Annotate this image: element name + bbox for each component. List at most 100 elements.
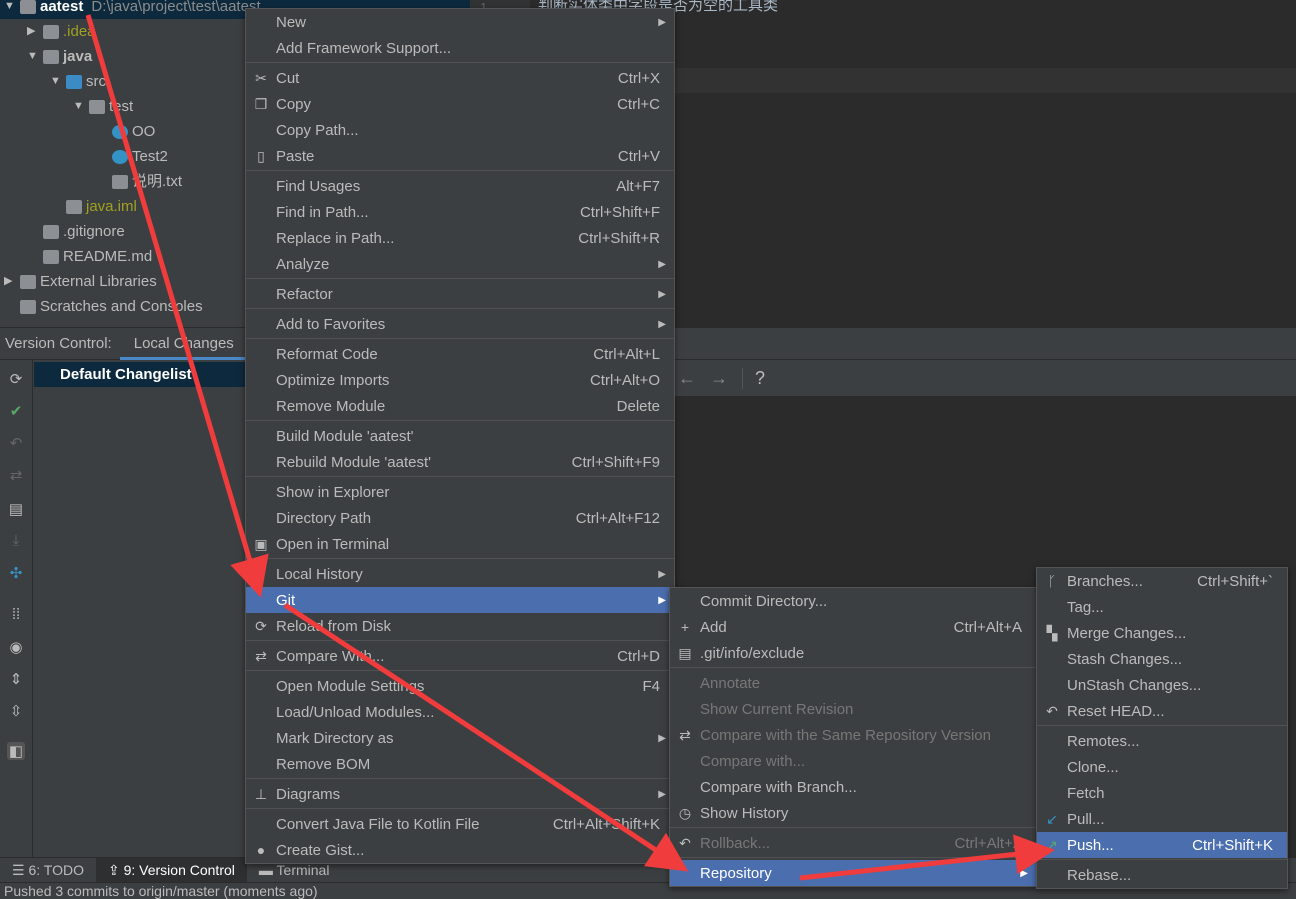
menu-item-copy[interactable]: ❐ Copy Ctrl+C xyxy=(246,91,674,117)
eye-icon[interactable]: ◉ xyxy=(7,638,25,656)
expanded-arrow-icon[interactable]: ▼ xyxy=(4,0,16,19)
tree-item[interactable]: Test2 xyxy=(96,144,168,169)
tree-item[interactable]: ▶ .idea xyxy=(27,19,96,44)
tree-item[interactable]: 说明.txt xyxy=(96,169,182,194)
menu-item-label: Cut xyxy=(276,69,300,87)
rollback-icon[interactable]: ↶ xyxy=(7,434,25,452)
changelist-icon[interactable]: ▤ xyxy=(7,500,25,518)
list-icon: ☰ xyxy=(12,861,29,878)
menu-item-mark-directory-as[interactable]: Mark Directory as ▶ xyxy=(246,725,674,751)
tab-version-control[interactable]: ⇪ 9: Version Control xyxy=(95,857,247,883)
menu-item-fetch[interactable]: Fetch xyxy=(1037,780,1287,806)
menu-item-analyze[interactable]: Analyze ▶ xyxy=(246,251,674,277)
menu-item-new[interactable]: New ▶ xyxy=(246,9,674,35)
menu-item-diagrams[interactable]: ⊥ Diagrams ▶ xyxy=(246,781,674,807)
menu-item-rebuild-module-aatest[interactable]: Rebuild Module 'aatest' Ctrl+Shift+F9 xyxy=(246,449,674,475)
menu-item-refactor[interactable]: Refactor ▶ xyxy=(246,281,674,307)
menu-item-label: Compare With... xyxy=(276,647,385,665)
menu-item-optimize-imports[interactable]: Optimize Imports Ctrl+Alt+O xyxy=(246,367,674,393)
help-icon[interactable]: ? xyxy=(742,367,765,389)
tree-item[interactable]: ▼ java xyxy=(27,44,92,69)
back-arrow-icon[interactable]: ← xyxy=(678,368,696,389)
tab-todo[interactable]: ☰ 6: TODO xyxy=(0,858,96,883)
menu-item-directory-path[interactable]: Directory Path Ctrl+Alt+F12 xyxy=(246,505,674,531)
menu-item-open-module-settings[interactable]: Open Module Settings F4 xyxy=(246,673,674,699)
tree-item[interactable]: OO xyxy=(96,119,155,144)
expanded-arrow-icon[interactable]: ▼ xyxy=(50,69,62,94)
menu-item-remove-bom[interactable]: Remove BOM xyxy=(246,751,674,777)
tree-item[interactable]: Scratches and Consoles xyxy=(4,294,203,319)
menu-item-convert-java-file-to-kotlin-file[interactable]: Convert Java File to Kotlin File Ctrl+Alt… xyxy=(246,811,674,837)
menu-item-create-gist[interactable]: ● Create Gist... xyxy=(246,837,674,863)
tree-item[interactable]: ▼ test xyxy=(73,94,133,119)
collapsed-arrow-icon[interactable]: ▶ xyxy=(4,269,16,294)
submenu-arrow-icon: ▶ xyxy=(658,568,666,580)
menu-item-paste[interactable]: ▯ Paste Ctrl+V xyxy=(246,143,674,169)
menu-item-compare-with-the-same-repository-version[interactable]: ⇄ Compare with the Same Repository Versio… xyxy=(670,722,1036,748)
group-by-icon[interactable]: ⁞⁞ xyxy=(7,606,25,623)
menu-item-label: Compare with Branch... xyxy=(700,778,857,796)
tree-item[interactable]: .gitignore xyxy=(27,219,125,244)
collapsed-arrow-icon[interactable]: ▶ xyxy=(27,19,39,44)
diff-icon[interactable]: ⇄ xyxy=(7,466,25,484)
menu-item-show-current-revision[interactable]: Show Current Revision xyxy=(670,696,1036,722)
menu-item-find-usages[interactable]: Find Usages Alt+F7 xyxy=(246,173,674,199)
menu-item-local-history[interactable]: Local History ▶ xyxy=(246,561,674,587)
menu-item-compare-with-branch[interactable]: Compare with Branch... xyxy=(670,774,1036,800)
menu-item-reformat-code[interactable]: Reformat Code Ctrl+Alt+L xyxy=(246,341,674,367)
menu-item-tag[interactable]: Tag... xyxy=(1037,594,1287,620)
menu-item-rebase[interactable]: Rebase... xyxy=(1037,862,1287,888)
menu-item-build-module-aatest[interactable]: Build Module 'aatest' xyxy=(246,423,674,449)
menu-item-unstash-changes[interactable]: UnStash Changes... xyxy=(1037,672,1287,698)
menu-item-load-unload-modules[interactable]: Load/Unload Modules... xyxy=(246,699,674,725)
menu-item-push[interactable]: ↗ Push... Ctrl+Shift+K xyxy=(1037,832,1287,858)
menu-item-label: Show History xyxy=(700,804,789,822)
shelve-icon[interactable]: ⤓ xyxy=(7,532,25,549)
tab-local-changes[interactable]: Local Changes xyxy=(119,328,248,360)
forward-arrow-icon[interactable]: → xyxy=(710,368,728,389)
tree-item[interactable]: README.md xyxy=(27,244,152,269)
collapse-all-icon[interactable]: ⇳ xyxy=(7,702,25,720)
markdown-file-icon xyxy=(43,249,59,264)
tree-item[interactable]: java.iml xyxy=(50,194,137,219)
menu-item-remove-module[interactable]: Remove Module Delete xyxy=(246,393,674,419)
menu-item-rollback[interactable]: ↶ Rollback... Ctrl+Alt+Z xyxy=(670,830,1036,856)
menu-item-add-to-favorites[interactable]: Add to Favorites ▶ xyxy=(246,311,674,337)
commit-check-icon[interactable]: ✔ xyxy=(7,402,25,420)
menu-item-find-in-path[interactable]: Find in Path... Ctrl+Shift+F xyxy=(246,199,674,225)
expanded-arrow-icon[interactable]: ▼ xyxy=(27,44,39,69)
refresh-icon[interactable]: ⟳ xyxy=(7,370,25,388)
menu-item-cut[interactable]: ✂ Cut Ctrl+X xyxy=(246,65,674,91)
menu-item-show-in-explorer[interactable]: Show in Explorer xyxy=(246,479,674,505)
menu-item-replace-in-path[interactable]: Replace in Path... Ctrl+Shift+R xyxy=(246,225,674,251)
expanded-arrow-icon[interactable]: ▼ xyxy=(73,94,85,119)
menu-item-pull[interactable]: ↙ Pull... xyxy=(1037,806,1287,832)
menu-item-copy-path[interactable]: Copy Path... xyxy=(246,117,674,143)
menu-item-reload-from-disk[interactable]: ⟳ Reload from Disk xyxy=(246,613,674,639)
menu-item-repository[interactable]: Repository ▶ xyxy=(670,860,1036,886)
menu-item-add[interactable]: + Add Ctrl+Alt+A xyxy=(670,614,1036,640)
menu-item-branches[interactable]: ᚴ Branches... Ctrl+Shift+` xyxy=(1037,568,1287,594)
menu-item-open-in-terminal[interactable]: ▣ Open in Terminal xyxy=(246,531,674,557)
menu-item-reset-head[interactable]: ↶ Reset HEAD... xyxy=(1037,698,1287,724)
preview-diff-icon[interactable]: ◧ xyxy=(7,742,25,760)
menu-item-git[interactable]: Git ▶ xyxy=(246,587,674,613)
menu-item-add-framework-support[interactable]: Add Framework Support... xyxy=(246,35,674,61)
tree-item[interactable]: ▼ src xyxy=(50,69,106,94)
expand-all-icon[interactable]: ⇕ xyxy=(7,670,25,688)
menu-item-stash-changes[interactable]: Stash Changes... xyxy=(1037,646,1287,672)
menu-item-merge-changes[interactable]: ▚ Merge Changes... xyxy=(1037,620,1287,646)
menu-item-git-info-exclude[interactable]: ▤ .git/info/exclude xyxy=(670,640,1036,666)
menu-item-clone[interactable]: Clone... xyxy=(1037,754,1287,780)
menu-item-compare-with[interactable]: Compare with... xyxy=(670,748,1036,774)
menu-item-show-history[interactable]: ◷ Show History xyxy=(670,800,1036,826)
menu-item-remotes[interactable]: Remotes... xyxy=(1037,728,1287,754)
tree-item[interactable]: ▶ External Libraries xyxy=(4,269,157,294)
menu-item-compare-with[interactable]: ⇄ Compare With... Ctrl+D xyxy=(246,643,674,669)
menu-item-label: Refactor xyxy=(276,285,333,303)
menu-item-commit-directory[interactable]: Commit Directory... xyxy=(670,588,1036,614)
menu-item-annotate[interactable]: Annotate xyxy=(670,670,1036,696)
update-icon[interactable]: ✣ xyxy=(7,564,25,582)
rollback-icon: ↶ xyxy=(679,834,691,851)
menu-item-label: Diagrams xyxy=(276,785,341,803)
